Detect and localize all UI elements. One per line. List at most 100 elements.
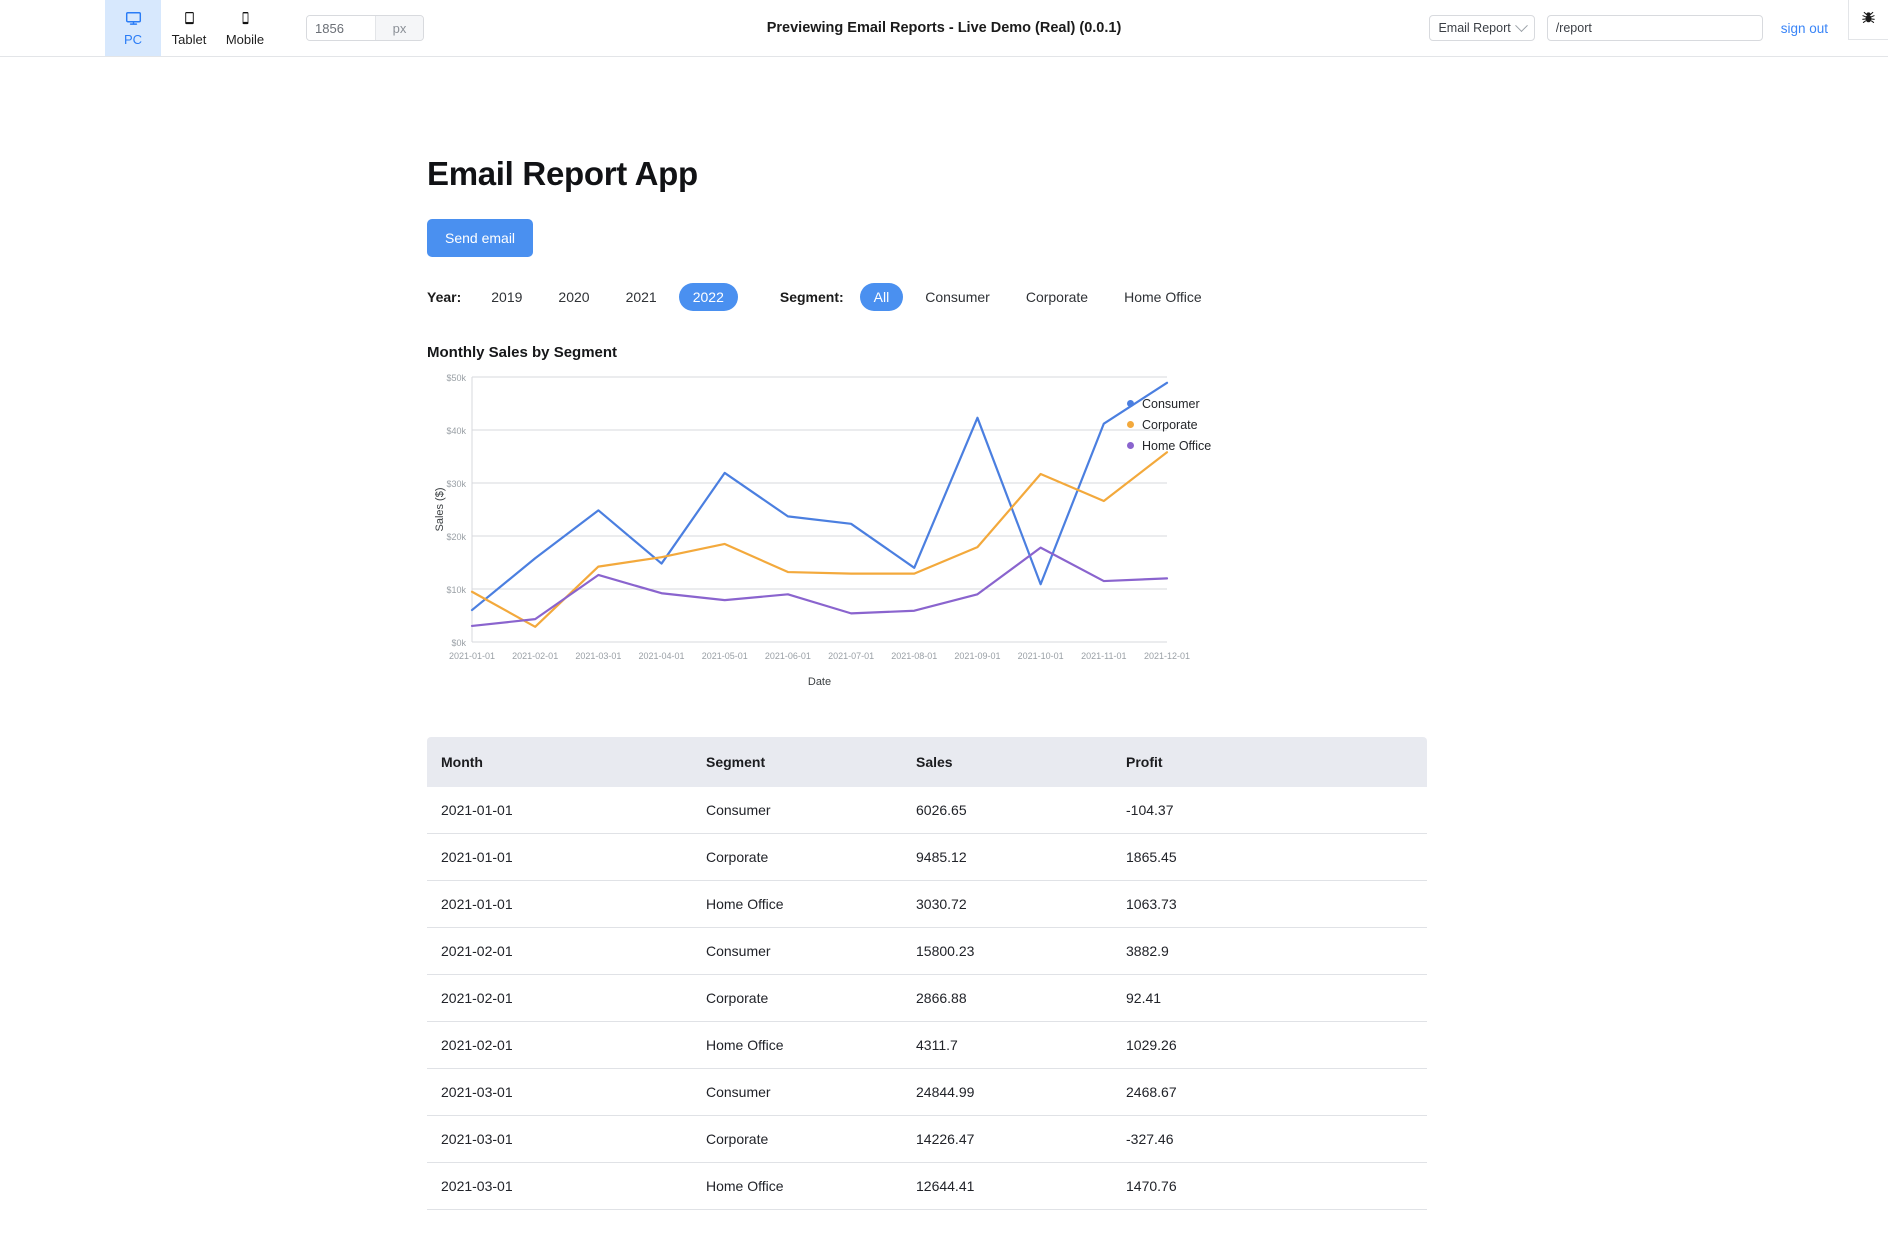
table-header-row: Month Segment Sales Profit (427, 737, 1427, 787)
legend-label: Corporate (1142, 418, 1198, 432)
segment-chip-all[interactable]: All (860, 283, 904, 311)
x-axis-tick-label: 2021-11-01 (1081, 651, 1126, 661)
cell-segment: Consumer (692, 928, 902, 975)
x-axis-tick-label: 2021-03-01 (575, 651, 621, 661)
cell-profit: 92.41 (1112, 975, 1427, 1022)
segment-chip-corporate[interactable]: Corporate (1012, 283, 1102, 311)
cell-profit: -327.46 (1112, 1116, 1427, 1163)
device-label-tablet: Tablet (172, 32, 207, 47)
bug-icon (1861, 10, 1876, 30)
y-axis-tick-label: $30k (446, 479, 466, 489)
table-row: 2021-02-01Consumer15800.233882.9 (427, 928, 1427, 975)
legend-color-swatch-icon (1127, 442, 1134, 449)
device-label-pc: PC (124, 32, 142, 47)
mobile-icon (237, 10, 254, 30)
cell-segment: Corporate (692, 834, 902, 881)
y-axis-tick-label: $40k (446, 426, 466, 436)
legend-item[interactable]: Corporate (1127, 416, 1211, 433)
send-email-button[interactable]: Send email (427, 219, 533, 257)
legend-item[interactable]: Consumer (1127, 395, 1211, 412)
cell-profit: 2468.67 (1112, 1069, 1427, 1116)
viewport-width-unit: px (375, 16, 423, 40)
column-header-month[interactable]: Month (427, 737, 692, 787)
x-axis-tick-label: 2021-07-01 (828, 651, 874, 661)
cell-month: 2021-03-01 (427, 1163, 692, 1210)
y-axis-title: Sales ($) (434, 487, 446, 531)
y-axis-tick-label: $20k (446, 532, 466, 542)
report-content: Email Report App Send email Year: 2019 2… (427, 57, 1427, 1210)
cell-profit: -104.37 (1112, 787, 1427, 834)
cell-profit: 1029.26 (1112, 1022, 1427, 1069)
chart-canvas: $0k$10k$20k$30k$40k$50k2021-01-012021-02… (427, 367, 1427, 697)
cell-month: 2021-03-01 (427, 1069, 692, 1116)
route-path-input[interactable] (1547, 15, 1763, 41)
cell-segment: Home Office (692, 881, 902, 928)
page-select[interactable]: Email Report (1429, 15, 1534, 41)
cell-segment: Consumer (692, 1069, 902, 1116)
legend-color-swatch-icon (1127, 400, 1134, 407)
x-axis-tick-label: 2021-06-01 (765, 651, 811, 661)
year-chip-2021[interactable]: 2021 (612, 283, 671, 311)
cell-segment: Home Office (692, 1022, 902, 1069)
cell-sales: 6026.65 (902, 787, 1112, 834)
legend-color-swatch-icon (1127, 421, 1134, 428)
cell-sales: 24844.99 (902, 1069, 1112, 1116)
sales-line-chart: $0k$10k$20k$30k$40k$50k2021-01-012021-02… (427, 367, 1427, 697)
year-chip-2019[interactable]: 2019 (477, 283, 536, 311)
column-header-profit[interactable]: Profit (1112, 737, 1427, 787)
x-axis-title: Date (808, 676, 831, 688)
chevron-down-icon (1515, 19, 1528, 32)
chart-legend: Consumer Corporate Home Office (1127, 395, 1211, 458)
x-axis-tick-label: 2021-09-01 (954, 651, 1000, 661)
cell-profit: 3882.9 (1112, 928, 1427, 975)
cell-segment: Corporate (692, 975, 902, 1022)
y-axis-tick-label: $0k (451, 638, 466, 648)
tablet-icon (181, 10, 198, 30)
cell-month: 2021-03-01 (427, 1116, 692, 1163)
preview-toolbar: PC Tablet Mobile px Pre (0, 0, 1888, 57)
segment-filter-label: Segment: (780, 289, 844, 305)
cell-sales: 15800.23 (902, 928, 1112, 975)
legend-item[interactable]: Home Office (1127, 437, 1211, 454)
table-row: 2021-01-01Home Office3030.721063.73 (427, 881, 1427, 928)
cell-sales: 2866.88 (902, 975, 1112, 1022)
cell-sales: 4311.7 (902, 1022, 1112, 1069)
cell-month: 2021-01-01 (427, 787, 692, 834)
device-button-mobile[interactable]: Mobile (217, 0, 273, 56)
device-button-tablet[interactable]: Tablet (161, 0, 217, 56)
column-header-segment[interactable]: Segment (692, 737, 902, 787)
table-header: Month Segment Sales Profit (427, 737, 1427, 787)
chart-title: Monthly Sales by Segment (427, 344, 1427, 361)
column-header-sales[interactable]: Sales (902, 737, 1112, 787)
table-row: 2021-03-01Home Office12644.411470.76 (427, 1163, 1427, 1210)
page-title: Email Report App (427, 155, 1427, 193)
chart-series-consumer (472, 383, 1167, 610)
debug-button[interactable] (1848, 0, 1888, 40)
report-table-wrap: Month Segment Sales Profit 2021-01-01Con… (427, 737, 1427, 1210)
table-row: 2021-01-01Consumer6026.65-104.37 (427, 787, 1427, 834)
sign-out-link[interactable]: sign out (1781, 21, 1828, 36)
cell-sales: 14226.47 (902, 1116, 1112, 1163)
segment-chip-consumer[interactable]: Consumer (911, 283, 1004, 311)
viewport-width-input[interactable] (307, 16, 375, 40)
cell-profit: 1865.45 (1112, 834, 1427, 881)
filter-bar: Year: 2019 2020 2021 2022 Segment: All C… (427, 283, 1427, 311)
year-chip-2022[interactable]: 2022 (679, 283, 738, 311)
table-row: 2021-01-01Corporate9485.121865.45 (427, 834, 1427, 881)
table-row: 2021-02-01Home Office4311.71029.26 (427, 1022, 1427, 1069)
device-button-pc[interactable]: PC (105, 0, 161, 56)
year-chip-2020[interactable]: 2020 (544, 283, 603, 311)
segment-chip-home-office[interactable]: Home Office (1110, 283, 1216, 311)
legend-label: Consumer (1142, 397, 1200, 411)
legend-label: Home Office (1142, 439, 1211, 453)
x-axis-tick-label: 2021-05-01 (702, 651, 748, 661)
cell-month: 2021-02-01 (427, 975, 692, 1022)
toolbar-right-group: Email Report sign out (1429, 0, 1888, 56)
cell-month: 2021-01-01 (427, 834, 692, 881)
x-axis-tick-label: 2021-08-01 (891, 651, 937, 661)
monitor-icon (125, 10, 142, 30)
y-axis-tick-label: $10k (446, 585, 466, 595)
cell-month: 2021-01-01 (427, 881, 692, 928)
device-label-mobile: Mobile (226, 32, 264, 47)
year-filter-label: Year: (427, 289, 461, 305)
